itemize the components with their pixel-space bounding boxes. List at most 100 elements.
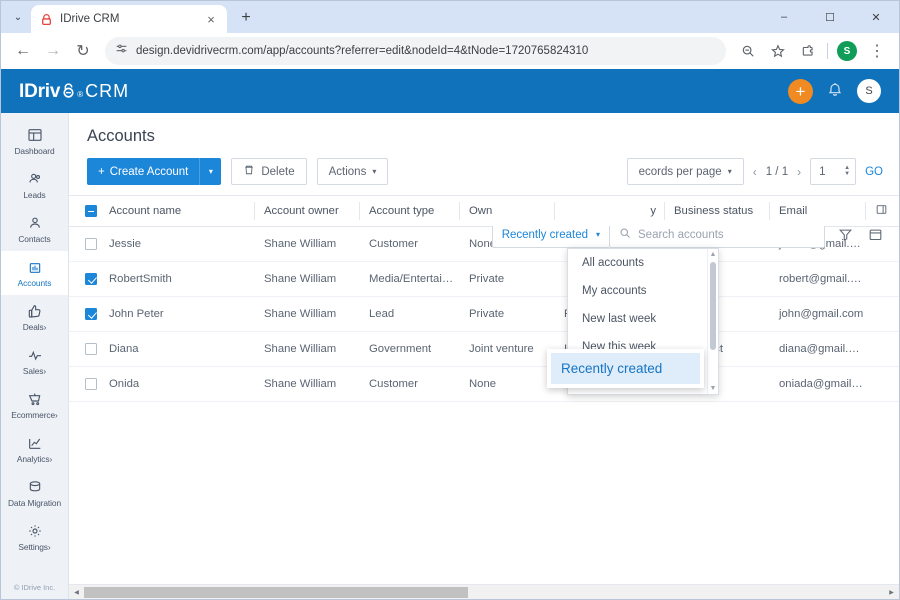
horizontal-scrollbar[interactable]: ◀ ▶ <box>69 584 899 599</box>
scrollbar-track[interactable] <box>84 586 884 598</box>
row-checkbox[interactable] <box>85 343 97 356</box>
delete-button[interactable]: Delete <box>231 158 307 185</box>
row-checkbox[interactable] <box>85 273 97 286</box>
cell-account-owner: Shane William <box>254 296 359 333</box>
leads-icon <box>27 170 43 187</box>
create-account-caret-button[interactable]: ▾ <box>199 158 222 185</box>
column-email[interactable]: Email <box>769 195 865 227</box>
cell-account-type: Customer <box>359 366 459 403</box>
scroll-right-icon[interactable]: ▶ <box>884 589 899 596</box>
notifications-bell-icon[interactable] <box>827 81 843 102</box>
column-account-name[interactable]: Account name <box>99 195 254 227</box>
select-all-checkbox[interactable] <box>85 205 97 217</box>
tab-search-icon[interactable]: ⌄ <box>5 4 31 30</box>
row-select-cell[interactable] <box>69 331 99 368</box>
page-stepper[interactable]: ▲ ▼ <box>844 165 850 177</box>
profile-avatar[interactable]: S <box>837 41 857 61</box>
bookmark-star-icon[interactable] <box>764 37 792 65</box>
table-row[interactable]: Diana Shane William Government Joint ven… <box>69 331 899 368</box>
select-all-cell[interactable] <box>69 195 99 227</box>
new-tab-button[interactable]: + <box>233 5 259 31</box>
address-bar[interactable]: design.devidrivecrm.com/app/accounts?ref… <box>105 37 726 65</box>
menu-scroll-thumb[interactable] <box>710 262 716 350</box>
user-avatar[interactable]: S <box>857 79 881 103</box>
deals-icon <box>27 302 43 319</box>
sidebar-item-accounts[interactable]: Accounts <box>1 251 68 295</box>
row-select-cell[interactable] <box>69 261 99 298</box>
sidebar-item-analytics[interactable]: Analytics› <box>1 427 68 471</box>
cell-spacer <box>865 331 899 368</box>
reload-icon[interactable]: ↻ <box>69 37 97 65</box>
quick-add-button[interactable]: + <box>788 78 813 104</box>
main-content: Accounts Recently created ▾ Search accou… <box>69 113 899 599</box>
table-row[interactable]: Onida Shane William Customer None None N… <box>69 366 899 403</box>
scroll-up-icon[interactable]: ▲ <box>710 249 717 260</box>
menu-item-new-last-week[interactable]: New last week <box>568 305 718 333</box>
browser-menu-icon[interactable]: ⋮ <box>863 37 891 65</box>
maximize-button[interactable]: ☐ <box>807 1 853 33</box>
sidebar-item-settings[interactable]: Settings› <box>1 515 68 559</box>
stepper-down-icon[interactable]: ▼ <box>844 171 850 177</box>
sidebar-item-dashboard[interactable]: Dashboard <box>1 119 68 163</box>
site-settings-icon[interactable] <box>115 42 128 60</box>
scrollbar-thumb[interactable] <box>84 586 468 598</box>
next-page-button[interactable]: › <box>797 165 801 179</box>
menu-scrollbar[interactable]: ▲ ▼ <box>707 249 718 394</box>
sidebar-item-leads[interactable]: Leads <box>1 163 68 207</box>
calendar-icon[interactable] <box>865 224 885 246</box>
column-ownership[interactable]: Own <box>459 195 554 227</box>
sidebar-item-sales[interactable]: Sales› <box>1 339 68 383</box>
create-account-button[interactable]: + Create Account <box>87 158 200 185</box>
column-account-owner[interactable]: Account owner <box>254 195 359 227</box>
close-icon[interactable]: × <box>203 13 219 26</box>
column-account-type[interactable]: Account type <box>359 195 459 227</box>
records-per-page-select[interactable]: ecords per page ▾ <box>626 158 744 185</box>
row-select-cell[interactable] <box>69 296 99 333</box>
pagination-controls: ecords per page ▾ ‹ 1 / 1 › 1 ▲ ▼ GO <box>626 158 883 185</box>
sidebar-label: Data Migration <box>7 498 62 508</box>
cell-account-type: Media/Entertainment <box>359 261 459 298</box>
scroll-left-icon[interactable]: ◀ <box>69 589 84 596</box>
row-select-cell[interactable] <box>69 366 99 403</box>
browser-tab[interactable]: IDrive CRM × <box>31 5 227 33</box>
actions-button[interactable]: Actions ▾ <box>316 158 389 185</box>
column-industry[interactable]: y <box>554 195 664 227</box>
menu-item-all-accounts[interactable]: All accounts <box>568 249 718 277</box>
go-button[interactable]: GO <box>865 166 883 178</box>
tab-strip: ⌄ IDrive CRM × + – ☐ ✕ <box>1 1 899 33</box>
menu-item-my-accounts[interactable]: My accounts <box>568 277 718 305</box>
sidebar-item-ecommerce[interactable]: Ecommerce› <box>1 383 68 427</box>
minimize-button[interactable]: – <box>761 1 807 33</box>
prev-page-button[interactable]: ‹ <box>753 165 757 179</box>
cell-email: diana@gmail.com <box>769 331 865 368</box>
table-row[interactable]: John Peter Shane William Lead Private Pr… <box>69 296 899 333</box>
idrive-crm-logo[interactable]: IDriv ® CRM <box>19 80 129 103</box>
row-checkbox[interactable] <box>85 308 97 321</box>
close-window-button[interactable]: ✕ <box>853 1 899 33</box>
row-checkbox[interactable] <box>85 378 97 391</box>
scroll-down-icon[interactable]: ▼ <box>710 383 717 394</box>
cell-ownership: Joint venture <box>459 331 554 368</box>
zoom-out-icon[interactable] <box>734 37 762 65</box>
page-indicator: 1 / 1 <box>765 165 789 178</box>
forward-icon[interactable]: → <box>39 37 67 65</box>
extensions-icon[interactable] <box>794 37 822 65</box>
sidebar-label: Analytics› <box>16 454 53 464</box>
sidebar-item-contacts[interactable]: Contacts <box>1 207 68 251</box>
menu-item-recently-modified[interactable]: Recently modified <box>568 389 718 394</box>
funnel-filter-icon[interactable] <box>835 224 855 246</box>
cell-spacer <box>865 366 899 403</box>
column-business-status[interactable]: Business status <box>664 195 769 227</box>
cell-account-owner: Shane William <box>254 366 359 403</box>
create-account-label: Create Account <box>109 165 189 178</box>
row-checkbox[interactable] <box>85 238 97 251</box>
table-row[interactable]: RobertSmith Shane William Media/Entertai… <box>69 261 899 298</box>
accounts-table: Account name Account owner Account type … <box>69 195 899 403</box>
page-number-input[interactable]: 1 ▲ ▼ <box>810 158 857 185</box>
row-select-cell[interactable] <box>69 226 99 263</box>
cell-account-name: Jessie <box>99 226 254 263</box>
column-settings-icon[interactable] <box>865 195 899 227</box>
back-icon[interactable]: ← <box>9 37 37 65</box>
sidebar-item-deals[interactable]: Deals› <box>1 295 68 339</box>
sidebar-item-data-migration[interactable]: Data Migration <box>1 471 68 515</box>
